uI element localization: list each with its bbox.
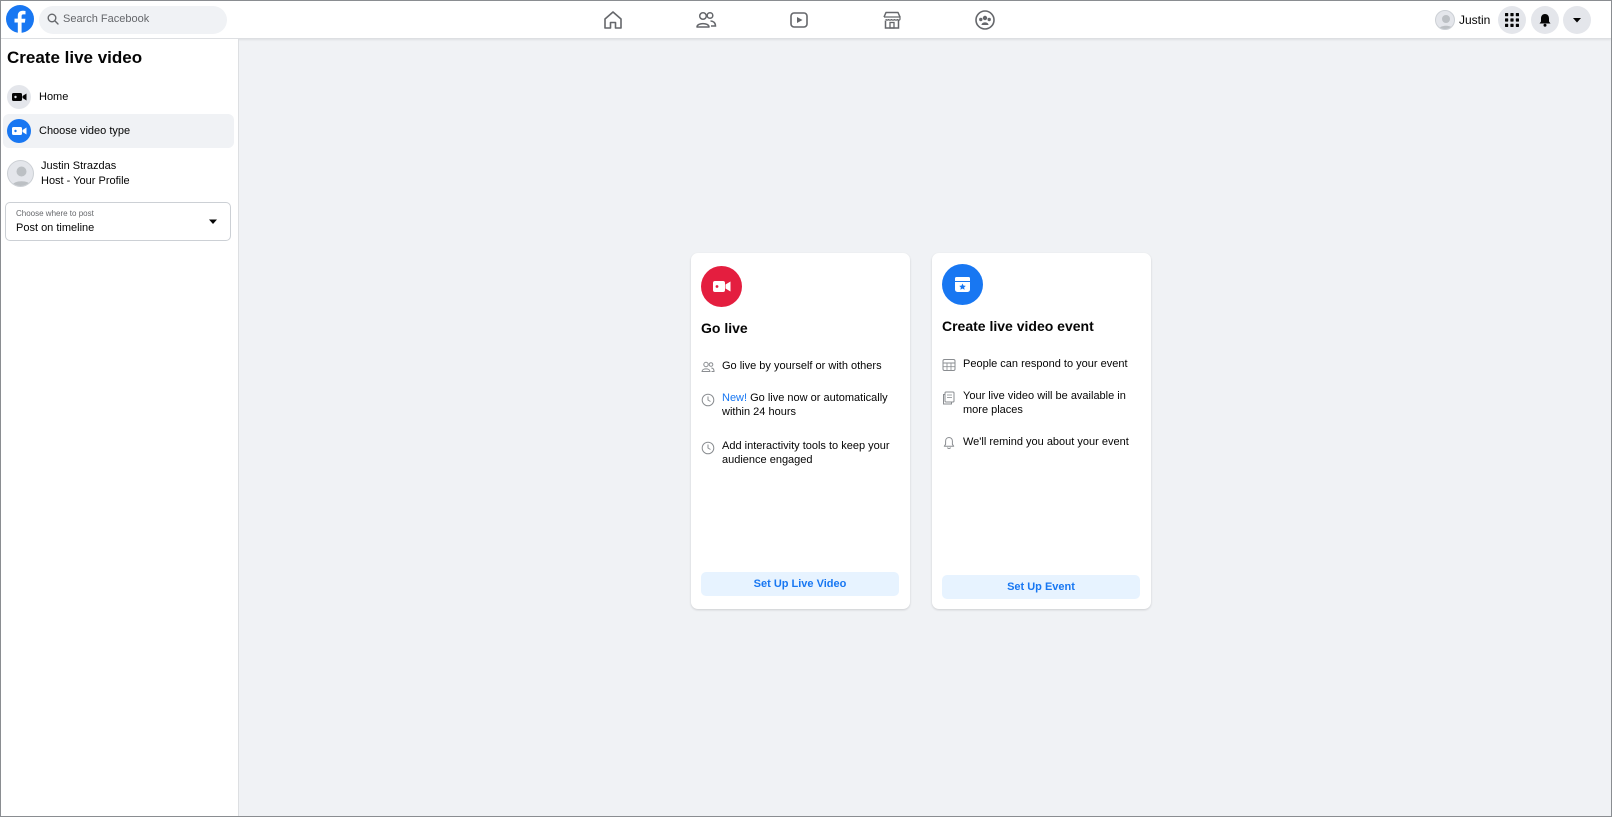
account-button[interactable] <box>1563 6 1591 34</box>
profile-name: Justin <box>1459 13 1491 27</box>
watch-icon[interactable] <box>788 9 810 31</box>
friends-icon[interactable] <box>695 9 717 31</box>
search-placeholder: Search Facebook <box>63 13 150 25</box>
sidebar-item-home[interactable]: Home <box>3 80 234 114</box>
set-up-event-button[interactable]: Set Up Event <box>942 575 1140 599</box>
account-caret-icon <box>1573 18 1581 23</box>
top-navigation-bar: Search Facebook Justin <box>1 1 1611 39</box>
avatar <box>1435 10 1455 30</box>
video-camera-icon <box>7 85 31 109</box>
live-camera-icon <box>701 266 742 307</box>
post-destination-select[interactable]: Choose where to post Post on timeline <box>5 202 231 241</box>
live-video-event-card: Create live video event People can respo… <box>932 253 1151 609</box>
host-name: Justin Strazdas <box>41 160 117 172</box>
feature-text: Add interactivity tools to keep your aud… <box>722 440 890 466</box>
feature-text: New! Go live now or automatically within… <box>722 391 902 419</box>
calendar-star-icon <box>942 264 983 305</box>
sidebar-item-label: Home <box>39 91 69 103</box>
page-title: Create live video <box>7 48 143 67</box>
card-title: Create live video event <box>942 318 1094 334</box>
sidebar-item-label: Choose video type <box>39 125 131 137</box>
feature-text: People can respond to your event <box>963 358 1128 370</box>
profile-shortcut[interactable]: Justin <box>1435 9 1490 31</box>
people-icon <box>701 361 715 372</box>
feature-text: Go live by yourself or with others <box>722 360 882 372</box>
post-destination-value: Post on timeline <box>16 222 95 234</box>
clock-icon <box>701 393 715 407</box>
host-profile: Justin Strazdas Host - Your Profile <box>7 160 227 190</box>
app-window: Search Facebook Justin Create live video… <box>0 0 1612 817</box>
calendar-grid-icon <box>942 359 956 371</box>
avatar <box>7 160 34 187</box>
clock-icon <box>701 441 715 455</box>
chevron-down-icon <box>209 219 217 224</box>
feature-text-body: Go live now or automatically within 24 h… <box>722 392 888 418</box>
notifications-button[interactable] <box>1531 6 1559 34</box>
menu-button[interactable] <box>1498 6 1526 34</box>
pages-icon <box>943 391 955 405</box>
bell-icon <box>943 437 955 449</box>
facebook-logo-icon[interactable] <box>6 5 34 33</box>
home-icon[interactable] <box>602 9 624 31</box>
search-icon <box>47 13 59 25</box>
video-camera-icon <box>7 119 31 143</box>
marketplace-icon[interactable] <box>881 9 903 31</box>
search-input[interactable]: Search Facebook <box>39 6 227 34</box>
sidebar-item-choose-video-type[interactable]: Choose video type <box>3 114 234 148</box>
notifications-icon <box>1539 14 1551 27</box>
post-destination-label: Choose where to post <box>16 209 94 218</box>
groups-icon[interactable] <box>974 9 996 31</box>
host-role: Host - Your Profile <box>41 175 130 187</box>
feature-text: Your live video will be available in mor… <box>963 390 1126 416</box>
card-title: Go live <box>701 320 748 336</box>
new-badge: New! <box>722 392 748 404</box>
feature-text: We'll remind you about your event <box>963 436 1129 448</box>
menu-grid-icon <box>1505 13 1519 27</box>
left-panel: Create live video Home Choose video type <box>1 39 239 816</box>
set-up-live-video-button[interactable]: Set Up Live Video <box>701 572 899 596</box>
go-live-card: Go live Go live by yourself or with othe… <box>691 253 910 609</box>
